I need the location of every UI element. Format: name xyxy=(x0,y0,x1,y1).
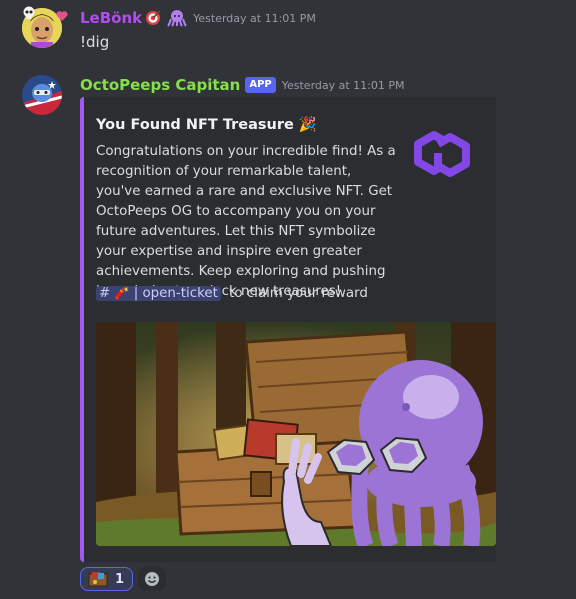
octopus-icon xyxy=(167,10,187,27)
channel-emoji: 🧨 xyxy=(114,286,130,300)
reaction-treasure[interactable]: 1 xyxy=(80,567,134,591)
avatar-image xyxy=(22,75,62,115)
embed-description-text: Congratulations on your incredible find!… xyxy=(96,144,396,299)
treasure-chest-icon xyxy=(88,572,108,587)
add-reaction-icon xyxy=(145,572,160,586)
avatar-octopeeps[interactable] xyxy=(22,75,62,115)
target-icon xyxy=(146,10,161,25)
channel-name: | open-ticket xyxy=(133,286,218,301)
message-header: OctoPeeps Capitan APP Yesterday at 11:01… xyxy=(80,76,405,94)
message-text: !dig xyxy=(80,33,110,51)
embed-description: Congratulations on your incredible find!… xyxy=(96,142,396,302)
timestamp: Yesterday at 11:01 PM xyxy=(193,11,316,25)
octopus-treasure-chest-illustration xyxy=(96,322,496,546)
app-badge: APP xyxy=(245,77,276,93)
embed-image[interactable] xyxy=(96,322,496,546)
channel-mention[interactable]: # 🧨 | open-ticket xyxy=(96,286,221,301)
message-lebonk: LeBönk Yesterday at 11:01 PM !dig xyxy=(0,0,576,60)
reaction-count: 1 xyxy=(115,571,125,587)
embed-card: You Found NFT Treasure 🎉 Congratulations… xyxy=(80,97,496,562)
add-reaction-button[interactable] xyxy=(138,567,167,591)
channel-mention-line: # 🧨 | open-ticket to claim your reward xyxy=(96,286,368,301)
timestamp: Yesterday at 11:01 PM xyxy=(281,78,405,92)
reactions-bar: 1 xyxy=(80,567,167,591)
username[interactable]: OctoPeeps Capitan xyxy=(80,76,240,94)
message-header: LeBönk Yesterday at 11:01 PM xyxy=(80,9,316,27)
skull-icon xyxy=(23,6,35,19)
channel-hash-icon: # xyxy=(99,286,111,301)
heart-icon xyxy=(56,11,68,21)
embed-title: You Found NFT Treasure 🎉 xyxy=(96,117,317,133)
username[interactable]: LeBönk xyxy=(80,9,142,27)
channel-suffix-text: to claim your reward xyxy=(224,286,368,301)
polygon-logo-icon[interactable] xyxy=(402,115,482,195)
